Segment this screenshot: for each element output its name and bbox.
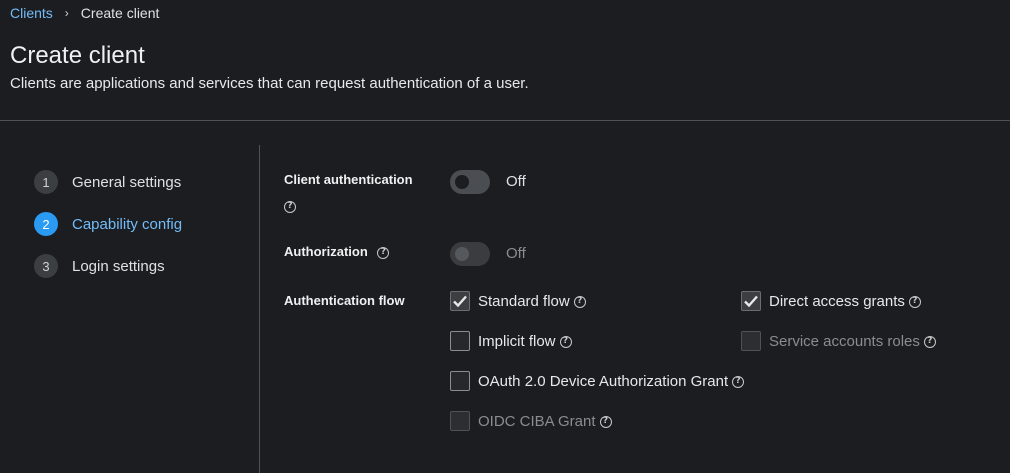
wizard-step-general-settings[interactable]: 1 General settings [34, 170, 182, 194]
switch-knob [455, 175, 469, 189]
direct-access-grants-label: Direct access grants [769, 292, 905, 310]
help-circle-icon[interactable]: ? [599, 416, 612, 428]
chevron-right-icon: › [64, 6, 69, 20]
help-circle-icon[interactable]: ? [284, 200, 296, 213]
oauth-device-grant-label: OAuth 2.0 Device Authorization Grant [478, 372, 729, 390]
oauth-device-grant-checkbox[interactable] [450, 371, 470, 391]
oidc-ciba-grant-option: OIDC CIBA Grant ? [450, 411, 612, 431]
client-authentication-label: Client authentication ? [284, 172, 413, 214]
step-number: 3 [34, 254, 58, 278]
help-circle-icon[interactable]: ? [573, 296, 586, 308]
client-authentication-label-text: Client authentication [284, 172, 413, 187]
client-authentication-state: Off [506, 173, 526, 190]
direct-access-grants-checkbox[interactable] [741, 291, 761, 311]
oidc-ciba-grant-checkbox[interactable] [450, 411, 470, 431]
breadcrumb-clients-link[interactable]: Clients [10, 5, 53, 21]
implicit-flow-checkbox[interactable] [450, 331, 470, 351]
page-title: Create client [10, 42, 145, 69]
checkmark-icon [453, 295, 467, 308]
oidc-ciba-grant-label: OIDC CIBA Grant [478, 412, 596, 430]
step-label: Login settings [72, 257, 165, 275]
switch-knob [455, 247, 469, 261]
wizard-steps: 1 General settings 2 Capability config 3… [34, 170, 182, 296]
help-circle-icon[interactable]: ? [923, 336, 936, 348]
step-number: 2 [34, 212, 58, 236]
help-circle-icon[interactable]: ? [559, 336, 572, 348]
header-divider [0, 120, 1010, 121]
service-accounts-roles-checkbox[interactable] [741, 331, 761, 351]
direct-access-grants-option: Direct access grants ? [741, 291, 921, 311]
page-description: Clients are applications and services th… [10, 75, 529, 92]
wizard-step-login-settings[interactable]: 3 Login settings [34, 254, 182, 278]
oauth-device-grant-option: OAuth 2.0 Device Authorization Grant ? [450, 371, 745, 391]
step-label: Capability config [72, 215, 183, 233]
authentication-flow-label: Authentication flow [284, 293, 405, 308]
wizard-step-capability-config[interactable]: 2 Capability config [34, 212, 182, 236]
client-authentication-switch[interactable] [450, 170, 490, 194]
step-number: 1 [34, 170, 58, 194]
authorization-state: Off [506, 245, 526, 262]
authorization-label: Authorization ? [284, 244, 390, 259]
step-label: General settings [72, 173, 182, 191]
service-accounts-roles-option: Service accounts roles ? [741, 331, 936, 351]
implicit-flow-option: Implicit flow ? [450, 331, 572, 351]
help-circle-icon[interactable]: ? [377, 246, 390, 259]
help-circle-icon[interactable]: ? [908, 296, 921, 308]
breadcrumb: Clients › Create client [10, 5, 159, 21]
standard-flow-checkbox[interactable] [450, 291, 470, 311]
checkmark-icon [744, 295, 758, 308]
standard-flow-option: Standard flow ? [450, 291, 586, 311]
standard-flow-label: Standard flow [478, 292, 570, 310]
service-accounts-roles-label: Service accounts roles [769, 332, 920, 350]
wizard-divider [259, 145, 260, 473]
authorization-switch[interactable] [450, 242, 490, 266]
authorization-label-text: Authorization [284, 244, 368, 259]
implicit-flow-label: Implicit flow [478, 332, 556, 350]
breadcrumb-current: Create client [80, 5, 160, 21]
help-circle-icon[interactable]: ? [732, 376, 745, 388]
